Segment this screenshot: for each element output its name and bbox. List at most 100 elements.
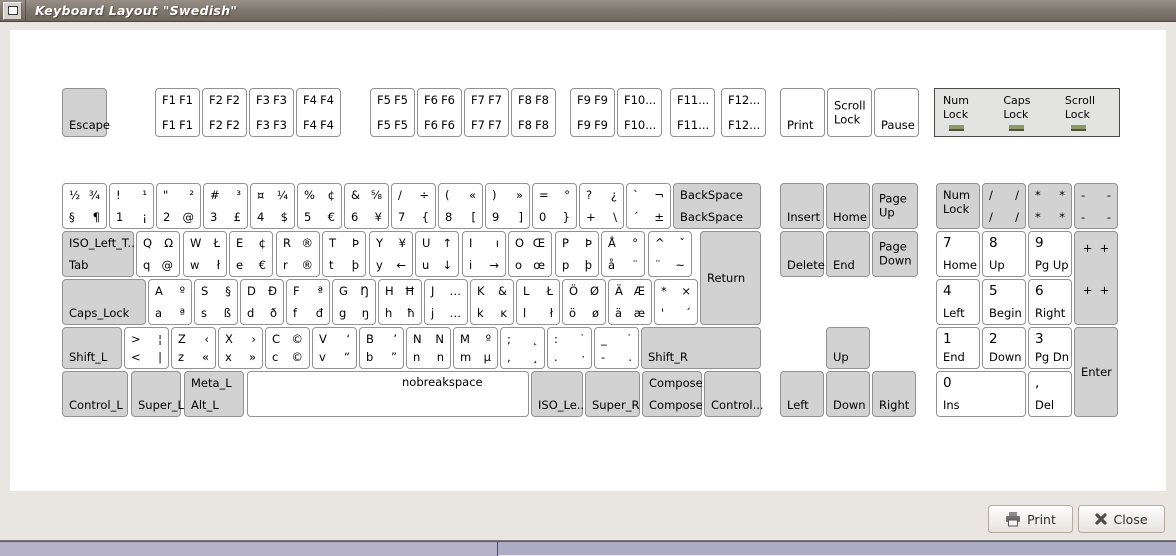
key-m[interactable]: Mºmµ: [453, 327, 498, 369]
key-circumflex[interactable]: ^ˇ¨~: [648, 231, 692, 277]
key-kp9[interactable]: 9Pg Up: [1028, 231, 1072, 277]
key-u[interactable]: U↑u↓: [415, 231, 459, 277]
key-scroll-lock[interactable]: Scroll Lock: [827, 88, 872, 137]
key-f[interactable]: Fªfđ: [286, 279, 330, 325]
key-f12[interactable]: F12...F12...: [721, 88, 766, 137]
key-d[interactable]: DÐdð: [240, 279, 284, 325]
key-f7[interactable]: F7F7F7F7: [464, 88, 509, 137]
key-return[interactable]: Return: [700, 231, 761, 325]
key-l[interactable]: LŁlł: [516, 279, 560, 325]
key-w[interactable]: WŁwł: [183, 231, 227, 277]
key-section[interactable]: ½¾§¶: [62, 183, 107, 229]
key-kp6[interactable]: 6Right: [1028, 279, 1072, 325]
key-g[interactable]: GŊgŋ: [332, 279, 376, 325]
key-9[interactable]: )»9]: [485, 183, 530, 229]
key-f3[interactable]: F3F3F3F3: [249, 88, 294, 137]
key-kp7[interactable]: 7Home: [936, 231, 980, 277]
key-z[interactable]: Z‹z«: [171, 327, 216, 369]
key-e[interactable]: E¢e€: [229, 231, 273, 277]
key-kp-enter[interactable]: Enter: [1074, 327, 1118, 417]
key-kp1[interactable]: 1End: [936, 327, 980, 369]
key-less[interactable]: >¦<|: [124, 327, 169, 369]
key-kp-divide[interactable]: ////: [982, 183, 1026, 229]
key-x[interactable]: X›x»: [218, 327, 263, 369]
key-r[interactable]: R®r®: [276, 231, 320, 277]
key-kp2[interactable]: 2Down: [982, 327, 1026, 369]
key-acute[interactable]: `¬´±: [626, 183, 671, 229]
key-f10[interactable]: F10...F10...: [617, 88, 662, 137]
key-kp3[interactable]: 3Pg Dn: [1028, 327, 1072, 369]
key-home[interactable]: Home: [826, 183, 870, 229]
key-n[interactable]: NNnn: [406, 327, 451, 369]
key-pagedown[interactable]: Page Down: [872, 231, 918, 277]
key-kp-subtract[interactable]: ----: [1074, 183, 1118, 229]
key-kp5[interactable]: 5Begin: [982, 279, 1026, 325]
key-comma[interactable]: ;˛,¸: [500, 327, 545, 369]
key-kp-multiply[interactable]: ****: [1028, 183, 1072, 229]
key-adiaeresis[interactable]: ÄÆäæ: [608, 279, 652, 325]
key-c[interactable]: C©c©: [265, 327, 310, 369]
key-f11[interactable]: F11...F11...: [670, 88, 715, 137]
key-o[interactable]: OŒoœ: [508, 231, 552, 277]
key-q[interactable]: QΩq@: [136, 231, 180, 277]
key-capslock[interactable]: Caps_Lock: [62, 279, 146, 325]
key-plus[interactable]: ?¿+\: [579, 183, 624, 229]
key-7[interactable]: /÷7{: [391, 183, 436, 229]
key-up[interactable]: Up: [826, 327, 870, 369]
key-f8[interactable]: F8F8F8F8: [511, 88, 556, 137]
key-6[interactable]: &⅝6¥: [344, 183, 389, 229]
key-y[interactable]: Y¥y←: [369, 231, 413, 277]
key-shift-r[interactable]: Shift_R: [641, 327, 761, 369]
key-kp-add[interactable]: + ++ +: [1074, 231, 1118, 325]
key-delete[interactable]: Delete: [780, 231, 824, 277]
key-b[interactable]: B’b”: [359, 327, 404, 369]
key-odiaeresis[interactable]: ÖØöø: [562, 279, 606, 325]
key-p[interactable]: PÞpþ: [555, 231, 599, 277]
key-f4[interactable]: F4F4F4F4: [296, 88, 341, 137]
print-button[interactable]: Print: [988, 505, 1073, 533]
key-down[interactable]: Down: [826, 371, 870, 417]
key-0[interactable]: =°0}: [532, 183, 577, 229]
key-backspace[interactable]: BackSpaceBackSpace: [673, 183, 761, 229]
key-end[interactable]: End: [826, 231, 870, 277]
key-compose[interactable]: ComposeCompose: [642, 371, 702, 417]
key-1[interactable]: !¹1¡: [109, 183, 154, 229]
key-5[interactable]: %¢5€: [297, 183, 342, 229]
key-3[interactable]: #³3£: [203, 183, 248, 229]
key-kp8[interactable]: 8Up: [982, 231, 1026, 277]
key-a[interactable]: Aºaª: [148, 279, 192, 325]
key-kp4[interactable]: 4Left: [936, 279, 980, 325]
key-left[interactable]: Left: [780, 371, 824, 417]
key-j[interactable]: J…j…: [424, 279, 468, 325]
key-shift-l[interactable]: Shift_L: [62, 327, 122, 369]
key-tab[interactable]: ISO_Left_T...Tab: [62, 231, 134, 277]
key-escape[interactable]: Escape: [62, 88, 107, 137]
key-pageup[interactable]: Page Up: [872, 183, 918, 229]
key-control-r[interactable]: Control...: [704, 371, 761, 417]
key-f9[interactable]: F9F9F9F9: [570, 88, 615, 137]
key-v[interactable]: V‘v“: [312, 327, 357, 369]
key-f6[interactable]: F6F6F6F6: [417, 88, 462, 137]
key-kp-decimal[interactable]: ,Del: [1028, 371, 1072, 417]
key-k[interactable]: K&kĸ: [470, 279, 514, 325]
key-space[interactable]: nobreakspace: [247, 371, 529, 417]
key-2[interactable]: "²2@: [156, 183, 201, 229]
key-f5[interactable]: F5F5F5F5: [370, 88, 415, 137]
key-f1[interactable]: F1F1F1F1: [155, 88, 200, 137]
key-control-l[interactable]: Control_L: [62, 371, 128, 417]
key-right[interactable]: Right: [872, 371, 916, 417]
key-alt-l[interactable]: Meta_LAlt_L: [184, 371, 244, 417]
key-insert[interactable]: Insert: [780, 183, 824, 229]
key-i[interactable]: Iıi→: [462, 231, 506, 277]
key-pause[interactable]: Pause: [874, 88, 919, 137]
key-f2[interactable]: F2F2F2F2: [202, 88, 247, 137]
key-period[interactable]: :˙.·: [547, 327, 592, 369]
key-aring[interactable]: Å°å¨: [601, 231, 645, 277]
key-minus[interactable]: _˙-.: [594, 327, 639, 369]
key-s[interactable]: S§sß: [194, 279, 238, 325]
key-4[interactable]: ¤¼4$: [250, 183, 295, 229]
key-super-r[interactable]: Super_R: [585, 371, 640, 417]
key-t[interactable]: TÞtþ: [322, 231, 366, 277]
key-numlock[interactable]: Num Lock: [936, 183, 980, 229]
key-super-l[interactable]: Super_L: [131, 371, 181, 417]
